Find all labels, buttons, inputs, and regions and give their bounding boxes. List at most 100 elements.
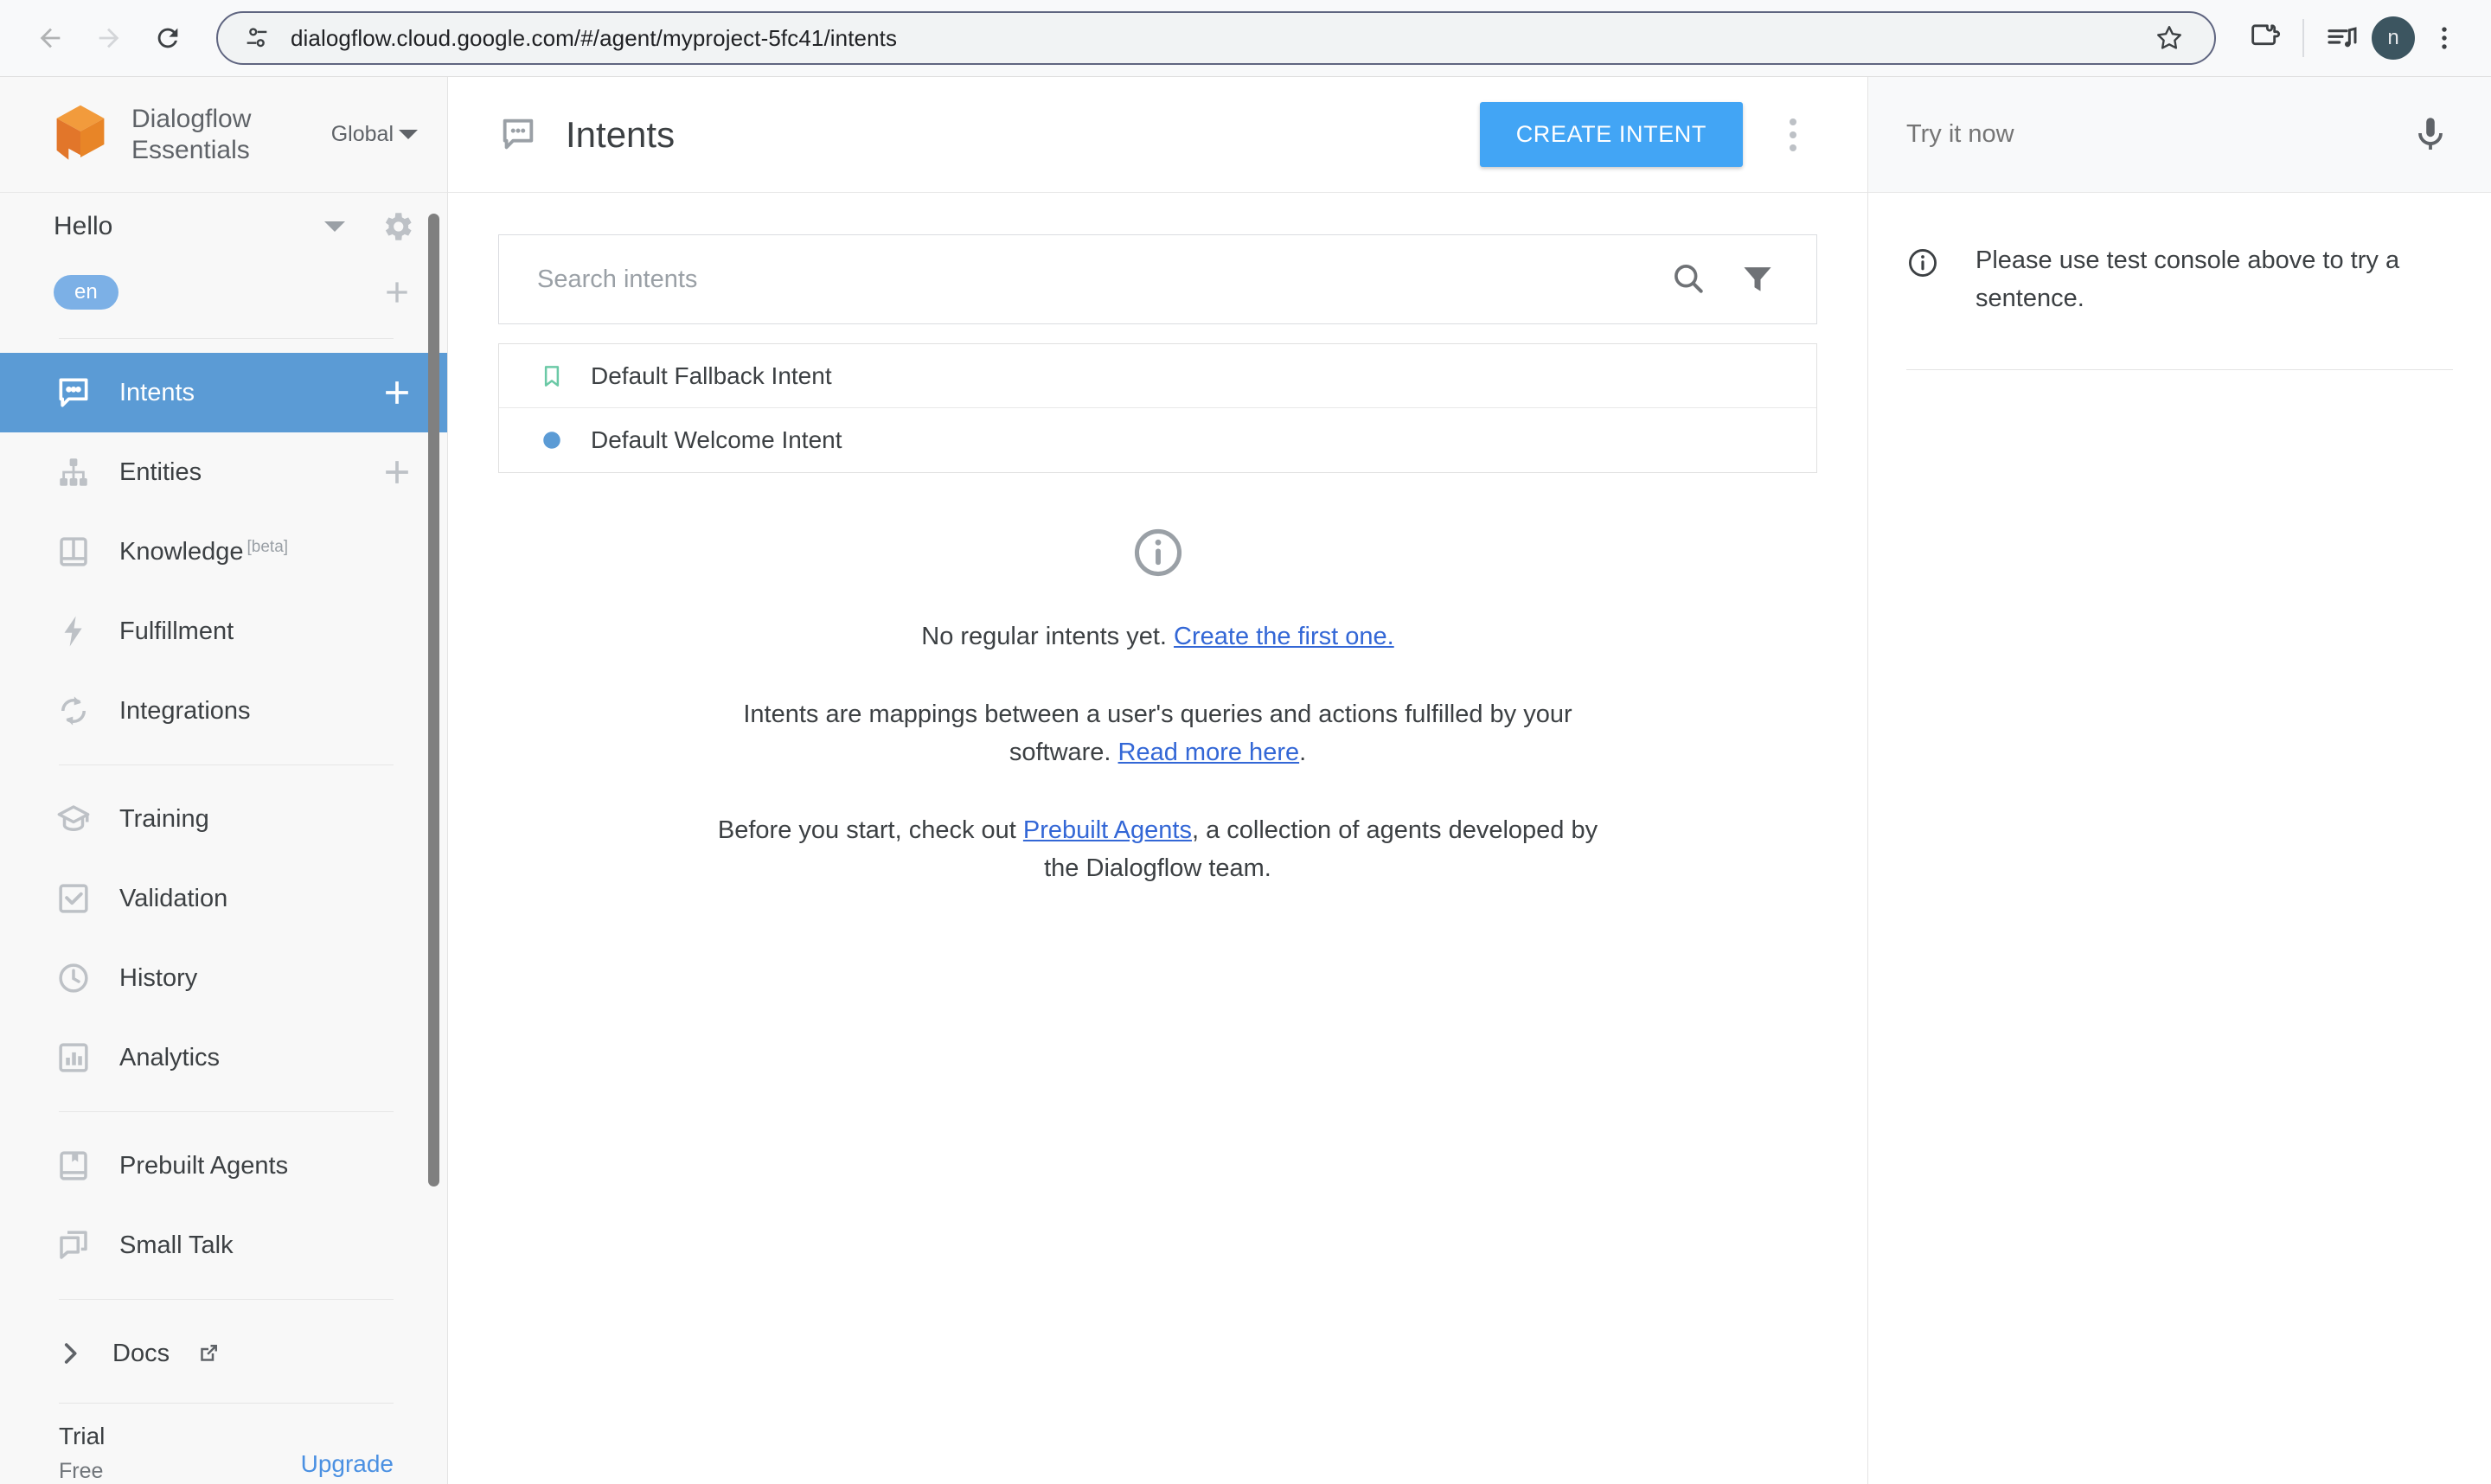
brand-title: Dialogflow Essentials bbox=[131, 104, 312, 165]
sidebar-item-label: Prebuilt Agents bbox=[119, 1152, 416, 1180]
plan-info: Trial Free bbox=[59, 1423, 301, 1484]
page-overflow-menu-button[interactable] bbox=[1769, 111, 1817, 159]
sidebar-label-text: Small Talk bbox=[119, 1231, 234, 1260]
try-it-now-message-text: Please use test console above to try a s… bbox=[1976, 241, 2453, 317]
bookmark-icon bbox=[537, 361, 567, 391]
forward-arrow-icon bbox=[94, 23, 124, 53]
info-glyph bbox=[1906, 246, 1939, 279]
microphone-glyph bbox=[2410, 113, 2451, 155]
search-input[interactable] bbox=[537, 265, 1640, 294]
add-language-button[interactable] bbox=[378, 273, 416, 311]
checkbox-icon bbox=[54, 879, 93, 918]
dot-glyph bbox=[541, 429, 563, 451]
bookmark-star-icon[interactable] bbox=[2147, 16, 2192, 61]
address-bar[interactable]: dialogflow.cloud.google.com/#/agent/mypr… bbox=[216, 11, 2216, 65]
try-it-now-panel: Please use test console above to try a s… bbox=[1868, 77, 2491, 1484]
media-control-button[interactable] bbox=[2320, 16, 2365, 61]
sidebar-item-history[interactable]: History bbox=[0, 938, 447, 1018]
browser-menu-button[interactable] bbox=[2422, 16, 2467, 61]
beta-badge: [beta] bbox=[247, 538, 289, 557]
chat-stack-icon bbox=[54, 1225, 93, 1265]
url-text: dialogflow.cloud.google.com/#/agent/mypr… bbox=[291, 25, 2129, 52]
site-info-icon[interactable] bbox=[240, 22, 273, 54]
empty-line-3: Before you start, check out Prebuilt Age… bbox=[708, 811, 1608, 887]
graduation-cap-icon bbox=[54, 799, 93, 839]
sidebar-scrollbar[interactable] bbox=[428, 214, 439, 1187]
empty-text-3a: Before you start, check out bbox=[718, 816, 1023, 844]
microphone-icon[interactable] bbox=[2410, 113, 2453, 157]
sidebar-item-knowledge[interactable]: Knowledge [beta] bbox=[0, 512, 447, 592]
intent-row-welcome[interactable]: Default Welcome Intent bbox=[499, 408, 1816, 472]
brand-line-1: Dialogflow bbox=[131, 105, 251, 133]
language-chip-en[interactable]: en bbox=[54, 275, 118, 310]
sidebar-label-text: Fulfillment bbox=[119, 617, 234, 646]
three-dot-menu-icon bbox=[2430, 23, 2459, 53]
reload-button[interactable] bbox=[142, 12, 194, 64]
gear-icon bbox=[379, 208, 415, 245]
search-icon[interactable] bbox=[1669, 259, 1709, 299]
kebab-dot bbox=[1790, 144, 1796, 151]
back-button[interactable] bbox=[24, 12, 76, 64]
sidebar-item-label: Fulfillment bbox=[119, 617, 416, 646]
plus-icon bbox=[378, 453, 416, 491]
region-selector[interactable]: Global bbox=[331, 122, 418, 147]
kebab-dot bbox=[1790, 118, 1796, 125]
sidebar-label-text: Intents bbox=[119, 379, 195, 407]
sidebar-item-small-talk[interactable]: Small Talk bbox=[0, 1206, 447, 1285]
plan-footer: Trial Free Upgrade bbox=[59, 1403, 394, 1484]
sidebar-item-validation[interactable]: Validation bbox=[0, 859, 447, 938]
docs-label: Docs bbox=[112, 1340, 170, 1368]
add-entity-button[interactable] bbox=[378, 453, 416, 491]
chat-bubble-icon bbox=[54, 373, 93, 413]
agent-selector[interactable]: Hello bbox=[0, 193, 447, 260]
chevron-right-icon bbox=[54, 1337, 86, 1370]
agent-settings-button[interactable] bbox=[378, 208, 416, 246]
sidebar-label-text: Knowledge bbox=[119, 538, 244, 566]
read-more-link[interactable]: Read more here bbox=[1118, 739, 1300, 766]
intent-row-fallback[interactable]: Default Fallback Intent bbox=[499, 344, 1816, 408]
puzzle-icon bbox=[2247, 21, 2282, 55]
sidebar-label-text: Analytics bbox=[119, 1044, 220, 1072]
chevron-right-glyph bbox=[55, 1339, 85, 1368]
sidebar-divider bbox=[59, 1111, 394, 1112]
create-intent-button[interactable]: CREATE INTENT bbox=[1480, 102, 1743, 167]
sidebar-item-label: Entities bbox=[119, 458, 352, 487]
intent-name: Default Fallback Intent bbox=[591, 362, 832, 390]
kebab-dot bbox=[1790, 131, 1796, 138]
sidebar-label-text: History bbox=[119, 964, 197, 993]
sidebar-item-entities[interactable]: Entities bbox=[0, 432, 447, 512]
sidebar-item-integrations[interactable]: Integrations bbox=[0, 671, 447, 751]
sidebar-item-prebuilt-agents[interactable]: Prebuilt Agents bbox=[0, 1126, 447, 1206]
plus-icon bbox=[380, 275, 414, 310]
book-glyph bbox=[55, 534, 92, 570]
browser-toolbar: dialogflow.cloud.google.com/#/agent/mypr… bbox=[0, 0, 2491, 76]
profile-avatar[interactable]: n bbox=[2372, 16, 2415, 60]
plus-icon bbox=[378, 374, 416, 412]
sidebar-label-text: Entities bbox=[119, 458, 202, 487]
try-it-now-input[interactable] bbox=[1906, 120, 2410, 149]
filter-icon[interactable] bbox=[1739, 259, 1778, 299]
chevron-down-icon[interactable] bbox=[324, 221, 345, 232]
chat-bubble-glyph bbox=[54, 374, 93, 412]
empty-text-2b: . bbox=[1299, 739, 1306, 766]
dialogflow-cube-icon bbox=[48, 103, 112, 167]
sidebar-item-docs[interactable]: Docs bbox=[0, 1314, 447, 1393]
external-link-glyph bbox=[195, 1340, 221, 1366]
forward-button[interactable] bbox=[83, 12, 135, 64]
bookmark-glyph bbox=[539, 363, 565, 389]
sidebar-item-analytics[interactable]: Analytics bbox=[0, 1018, 447, 1097]
create-first-intent-link[interactable]: Create the first one. bbox=[1174, 623, 1394, 650]
sidebar-item-label: Knowledge [beta] bbox=[119, 538, 416, 566]
try-it-now-body: Please use test console above to try a s… bbox=[1868, 193, 2491, 370]
extensions-button[interactable] bbox=[2242, 16, 2287, 61]
agent-name-label: Hello bbox=[54, 212, 324, 241]
sidebar-item-fulfillment[interactable]: Fulfillment bbox=[0, 592, 447, 671]
prebuilt-agents-link[interactable]: Prebuilt Agents bbox=[1023, 816, 1192, 844]
main-content: Intents CREATE INTENT bbox=[448, 77, 1868, 1484]
add-intent-button[interactable] bbox=[378, 374, 416, 412]
sidebar-item-intents[interactable]: Intents bbox=[0, 353, 447, 432]
external-link-icon bbox=[195, 1340, 221, 1366]
sync-glyph bbox=[55, 693, 92, 729]
sidebar-item-training[interactable]: Training bbox=[0, 779, 447, 859]
upgrade-link[interactable]: Upgrade bbox=[301, 1450, 394, 1478]
